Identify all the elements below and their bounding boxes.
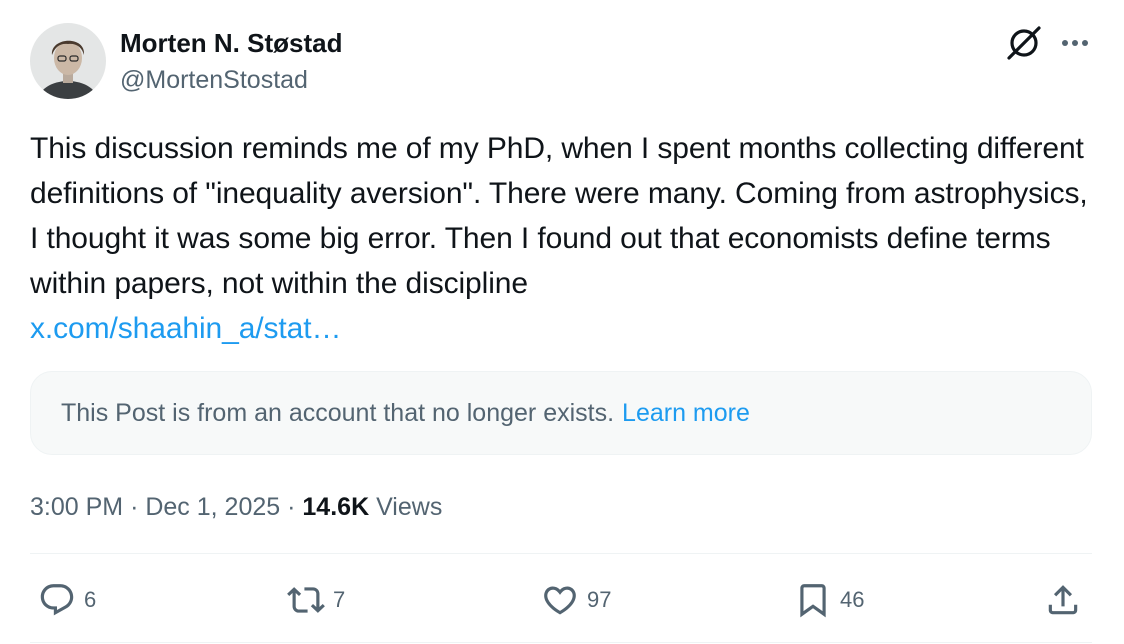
repost-count: 7 [333,587,346,612]
author-handle[interactable]: @MortenStostad [120,64,308,96]
more-icon[interactable] [1056,24,1094,62]
heart-icon [544,586,576,615]
grok-icon[interactable] [1004,22,1044,62]
divider [30,553,1092,554]
reply-icon [40,584,74,616]
post-time[interactable]: 3:00 PM [30,493,123,521]
bookmark-button[interactable]: 46 [794,578,864,622]
post-text: This discussion reminds me of my PhD, wh… [30,126,1100,351]
post-body: This discussion reminds me of my PhD, wh… [30,132,1088,300]
avatar-photo-icon [30,23,106,99]
meta-separator: · [130,493,139,521]
share-button[interactable] [1044,578,1082,622]
bookmark-count: 46 [840,587,865,612]
reply-count: 6 [84,587,97,612]
like-count: 97 [587,587,612,612]
bookmark-icon [800,584,826,618]
repost-button[interactable]: 7 [287,578,345,622]
notice-text: This Post is from an account that no lon… [61,398,615,427]
post-date[interactable]: Dec 1, 2025 [145,493,280,521]
meta-separator-2: · [287,493,296,521]
like-button[interactable]: 97 [541,578,611,622]
share-icon [1048,585,1078,615]
avatar[interactable] [30,23,106,99]
views-count: 14.6K [302,493,370,521]
post-link[interactable]: x.com/shaahin_a/stat… [30,312,342,345]
deleted-post-notice: This Post is from an account that no lon… [30,371,1092,455]
author-name[interactable]: Morten N. Støstad [120,27,342,59]
reply-button[interactable]: 6 [38,578,96,622]
views-label: Views [376,493,443,521]
post-meta: 3:00 PM · Dec 1, 2025 · 14.6K Views [30,489,442,525]
learn-more-link[interactable]: Learn more [622,399,750,428]
repost-icon [287,587,325,613]
bottom-divider [30,642,1092,643]
